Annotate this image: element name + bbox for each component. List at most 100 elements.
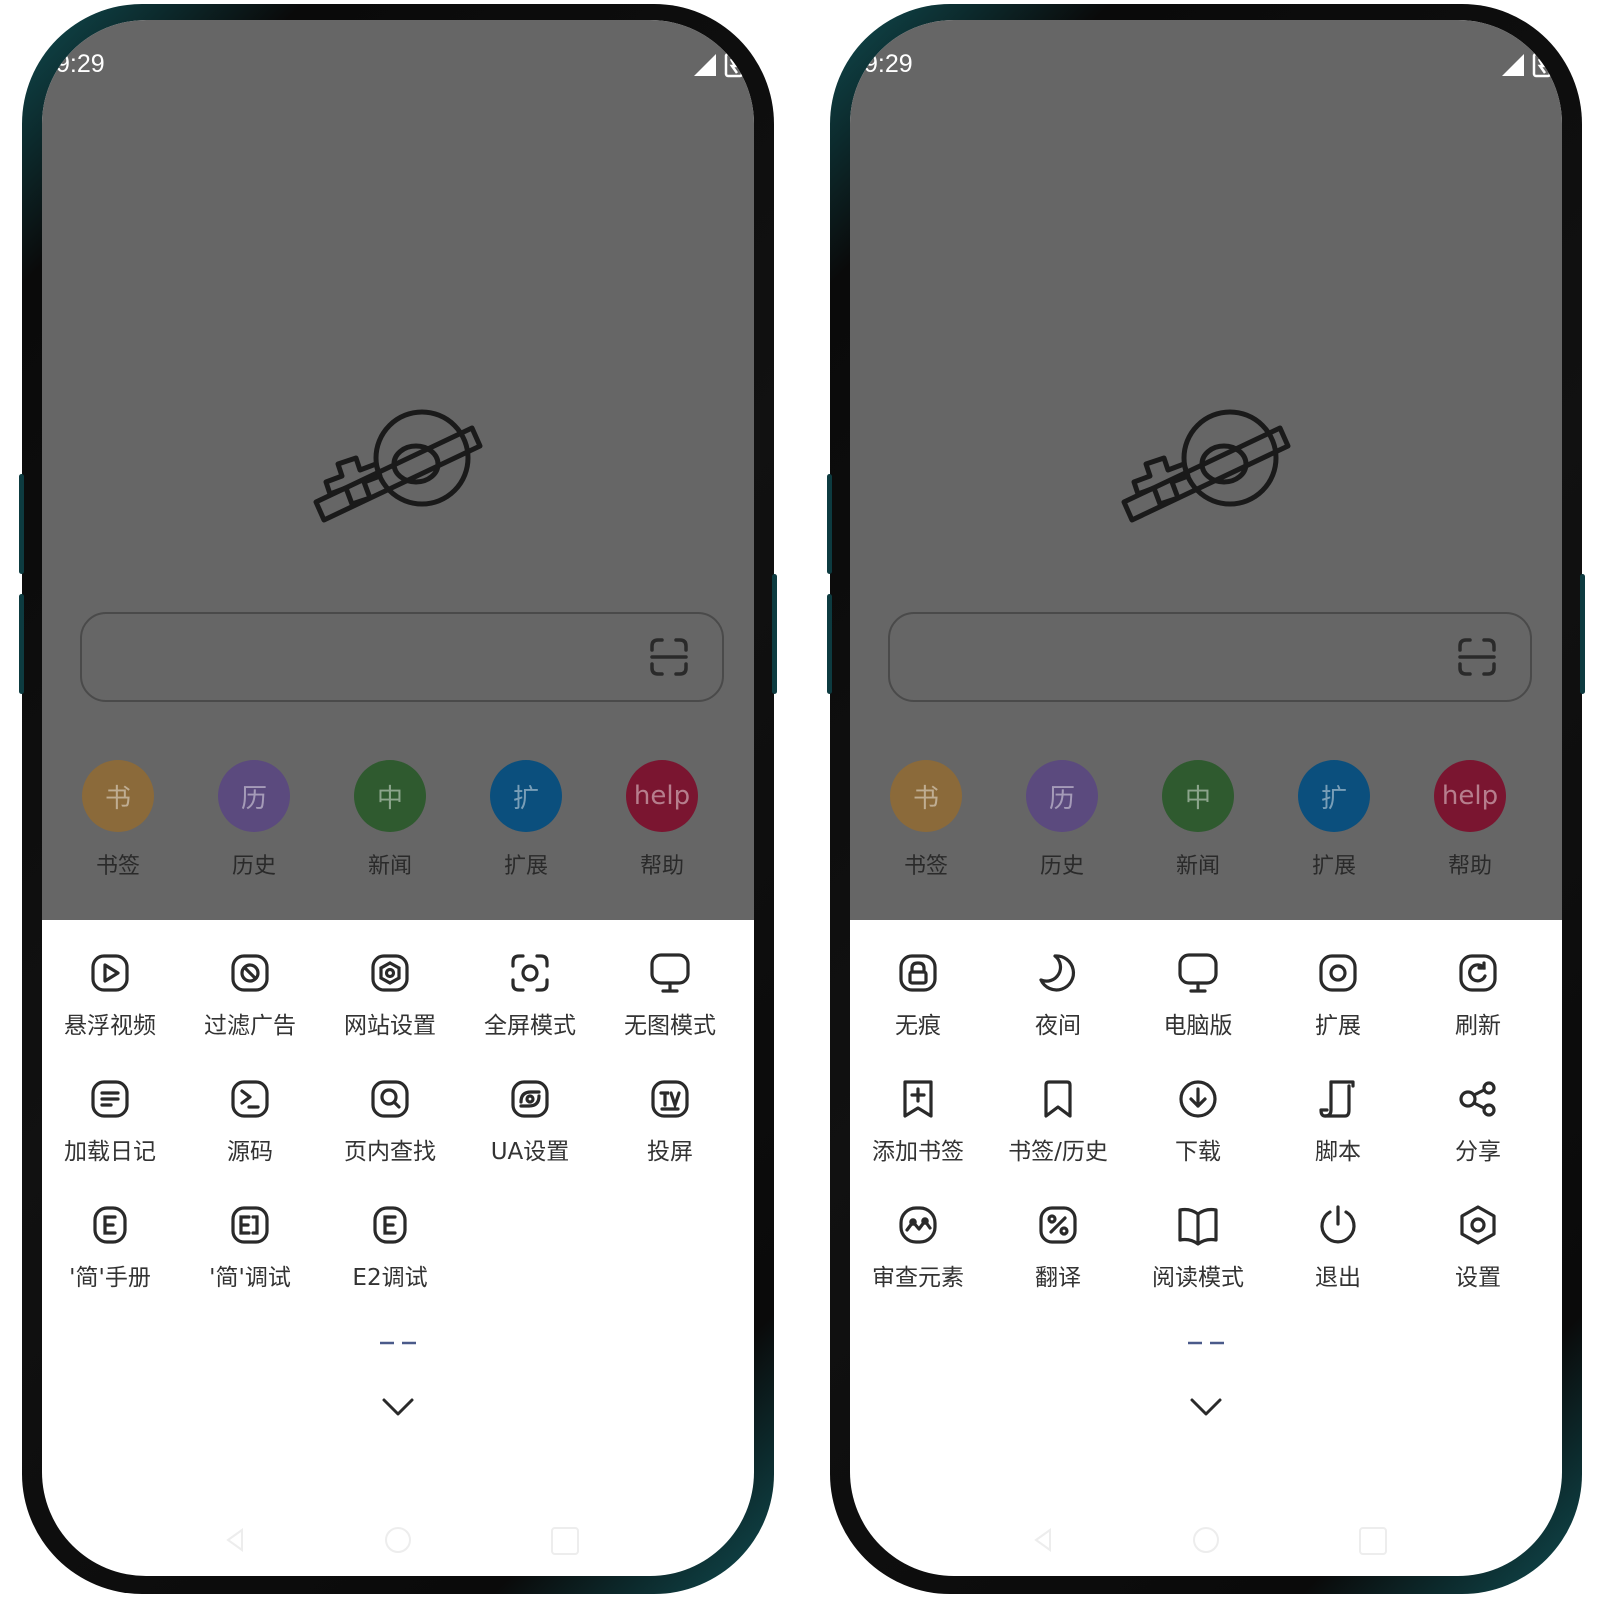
quick-link-help[interactable]: help 帮助 (1410, 760, 1530, 880)
quick-link-label: 新闻 (1175, 854, 1220, 879)
dimmed-home-overlay[interactable]: 9:29 书 书签 历 历史 中 新闻 扩 扩展 help 帮助 (42, 20, 754, 920)
volume-button (827, 594, 832, 694)
volume-button (827, 474, 832, 574)
menu-item-ad-filter[interactable]: 过滤广告 (180, 950, 320, 1040)
menu-item-manual[interactable]: '简'手册 (42, 1202, 180, 1292)
menu-item-night-mode[interactable]: 夜间 (988, 950, 1128, 1040)
logo-icon (313, 409, 483, 523)
monitor-icon (650, 953, 690, 993)
menu-item-desktop-mode[interactable]: 电脑版 (1128, 950, 1268, 1040)
menu-item-settings[interactable]: 设置 (1408, 1202, 1548, 1292)
menu-item-label: 电脑版 (1163, 1013, 1233, 1039)
menu-item-find-in-page[interactable]: 页内查找 (320, 1076, 460, 1166)
search-bar[interactable] (80, 612, 724, 702)
quick-link-circle: 历 (218, 760, 290, 832)
search-bar[interactable] (888, 612, 1532, 702)
volume-button (19, 474, 24, 574)
menu-item-incognito[interactable]: 无痕 (850, 950, 988, 1040)
quick-link-circle: 历 (1026, 760, 1098, 832)
menu-item-scripts[interactable]: 脚本 (1268, 1076, 1408, 1166)
quick-link-circle: 扩 (1298, 760, 1370, 832)
menu-item-debug[interactable]: '简'调试 (180, 1202, 320, 1292)
phone-frame-right: 9:29 书 书签 历 历史 中 新闻 扩 扩展 help 帮助 无痕 夜间 电… (827, 4, 1585, 1594)
quick-link-history[interactable]: 历 历史 (194, 760, 314, 880)
power-button (1580, 574, 1585, 694)
menu-item-inspect-element[interactable]: 审查元素 (850, 1202, 988, 1292)
menu-item-source[interactable]: 源码 (180, 1076, 320, 1166)
search-icon (371, 1080, 409, 1118)
menu-item-share[interactable]: 分享 (1408, 1076, 1548, 1166)
menu-item-site-settings[interactable]: 网站设置 (320, 950, 460, 1040)
quick-link-label: 历史 (1039, 854, 1084, 879)
quick-link-extensions[interactable]: 扩 扩展 (466, 760, 586, 880)
book-icon (1178, 1207, 1218, 1246)
logo-icon (1121, 409, 1291, 523)
tools-menu-sheet: 悬浮视频 过滤广告 网站设置 全屏模式 无图模式 加载日记 源码 页内查找 UA… (42, 920, 754, 1576)
menu-item-e2-debug[interactable]: E2调试 (320, 1202, 460, 1292)
screen: 9:29 (42, 20, 754, 1576)
menu-item-label: 加载日记 (64, 1139, 156, 1165)
tv-icon (651, 1080, 689, 1118)
menu-item-label: 夜间 (1035, 1013, 1081, 1039)
menu-item-label: 源码 (227, 1139, 273, 1165)
menu-item-floating-video[interactable]: 悬浮视频 (42, 950, 180, 1040)
quick-link-news[interactable]: 中 新闻 (330, 760, 450, 880)
phone-frame-left: 9:29 书 书签 历 历史 中 新闻 扩 扩展 help 帮助 悬浮视频 过滤… (19, 4, 777, 1594)
chevron-down-icon[interactable] (1184, 1392, 1228, 1422)
menu-item-label: '简'调试 (209, 1265, 291, 1291)
quick-link-extensions[interactable]: 扩 扩展 (1274, 760, 1394, 880)
bookmark-icon (1044, 1080, 1072, 1118)
signal-battery-icon (694, 52, 744, 78)
ua-icon (511, 1080, 549, 1118)
menu-item-extensions[interactable]: 扩展 (1268, 950, 1408, 1040)
block-icon (231, 954, 269, 992)
share-icon (1459, 1081, 1496, 1117)
quick-links: 书 书签 历 历史 中 新闻 扩 扩展 help 帮助 (850, 760, 1562, 890)
quick-link-label: 书签 (95, 854, 140, 879)
quick-link-circle: 扩 (490, 760, 562, 832)
moon-icon (1039, 954, 1076, 992)
menu-item-ua-settings[interactable]: UA设置 (460, 1076, 600, 1166)
scan-icon[interactable] (1456, 636, 1498, 678)
scan-icon[interactable] (648, 636, 690, 678)
menu-item-add-bookmark[interactable]: 添加书签 (850, 1076, 988, 1166)
menu-item-refresh[interactable]: 刷新 (1408, 950, 1548, 1040)
menu-item-no-image[interactable]: 无图模式 (600, 950, 740, 1040)
e-icon (93, 1206, 127, 1244)
extension-icon (1319, 954, 1357, 992)
menu-item-label: 审查元素 (872, 1265, 964, 1291)
quick-link-label: 历史 (231, 854, 276, 879)
quick-link-label: 帮助 (639, 854, 684, 879)
menu-item-fullscreen[interactable]: 全屏模式 (460, 950, 600, 1040)
quick-link-bookmarks[interactable]: 书 书签 (866, 760, 986, 880)
menu-item-downloads[interactable]: 下载 (1128, 1076, 1268, 1166)
menu-item-label: 无痕 (895, 1013, 941, 1039)
menu-item-reader-mode[interactable]: 阅读模式 (1128, 1202, 1268, 1292)
menu-item-translate[interactable]: 翻译 (988, 1202, 1128, 1292)
play-icon (91, 954, 129, 992)
signal-battery-icon (1502, 52, 1552, 78)
monitor-icon (1178, 953, 1218, 993)
quick-link-news[interactable]: 中 新闻 (1138, 760, 1258, 880)
quick-link-history[interactable]: 历 历史 (1002, 760, 1122, 880)
menu-item-label: 网站设置 (344, 1013, 436, 1039)
refresh-icon (1459, 954, 1497, 992)
menu-item-label: 投屏 (647, 1139, 693, 1165)
quick-link-help[interactable]: help 帮助 (602, 760, 722, 880)
menu-item-label: 翻译 (1035, 1265, 1081, 1291)
menu-item-label: 阅读模式 (1152, 1265, 1244, 1291)
menu-item-cast[interactable]: 投屏 (600, 1076, 740, 1166)
quick-link-bookmarks[interactable]: 书 书签 (58, 760, 178, 880)
menu-item-exit[interactable]: 退出 (1268, 1202, 1408, 1292)
menu-item-load-log[interactable]: 加载日记 (42, 1076, 180, 1166)
settings-icon (1460, 1205, 1496, 1245)
menu-item-label: E2调试 (352, 1265, 428, 1291)
chevron-down-icon[interactable] (376, 1392, 420, 1422)
volume-button (19, 594, 24, 694)
quick-link-label: 扩展 (503, 854, 548, 879)
menu-item-bookmarks-history[interactable]: 书签/历史 (988, 1076, 1128, 1166)
menu-item-label: 页内查找 (344, 1139, 436, 1165)
menu-item-label: 添加书签 (872, 1139, 964, 1165)
dimmed-home-overlay[interactable]: 9:29 书 书签 历 历史 中 新闻 扩 扩展 help 帮助 (850, 20, 1562, 920)
menu-item-label: 退出 (1315, 1265, 1361, 1291)
